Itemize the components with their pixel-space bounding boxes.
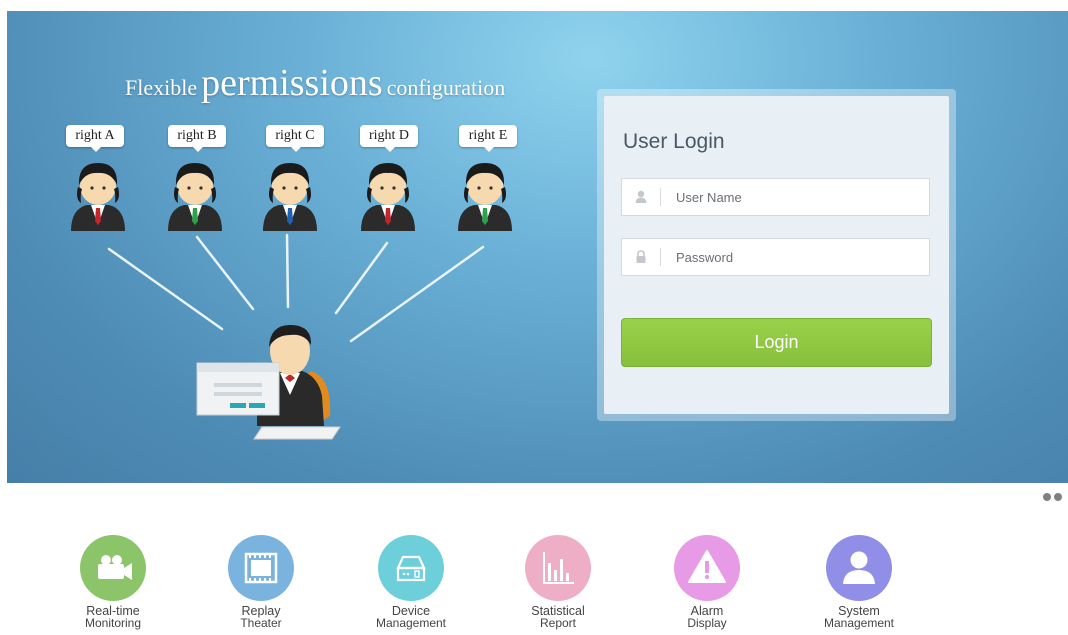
admin-illustration [196,324,341,440]
field-divider [660,248,661,266]
film-icon [244,552,278,584]
nav-label: System Management [823,604,895,630]
right-label-b: right B [168,125,226,152]
nav-statistical-report[interactable]: Statistical Report [503,535,613,629]
right-label-e: right E [459,125,517,152]
headline-part1: Flexible [125,75,198,100]
lock-icon [636,250,646,263]
camera-icon [98,555,132,580]
nav-label: Statistical Report [531,604,585,630]
user-avatar-icon [71,163,125,231]
nav-label: Alarm Display [687,604,727,630]
right-label-a: right A [66,125,124,152]
carousel-dot[interactable] [1043,493,1051,501]
login-panel: User Login Login [597,89,956,421]
nav-circle [674,535,740,601]
nav-circle [80,535,146,601]
hero-banner: Flexible permissions configuration right… [7,11,1068,483]
nav-circle [378,535,444,601]
password-field[interactable] [621,238,930,276]
warning-icon [688,550,726,583]
login-title: User Login [623,130,725,153]
nav-circle [228,535,294,601]
nav-circle [826,535,892,601]
nav-alarm-display[interactable]: Alarm Display [652,535,762,629]
nav-device-management[interactable]: Device Management [356,535,466,629]
user-avatar-icon [168,163,222,231]
user-icon [843,551,875,584]
field-divider [660,188,661,206]
nav-label: Replay Theater [240,604,282,630]
username-field[interactable] [621,178,930,216]
nav-circle [525,535,591,601]
user-avatar-icon [458,163,512,231]
nav-replay-theater[interactable]: Replay Theater [206,535,316,629]
right-label-c: right C [266,125,324,152]
headline-part2: permissions [201,62,383,104]
nav-label: Real-time Monitoring [84,604,142,630]
carousel-dots [1040,488,1062,506]
carousel-dot[interactable] [1054,493,1062,501]
login-button[interactable]: Login [621,318,932,367]
nav-label: Device Management [375,604,447,630]
headline-part3: configuration [386,75,506,100]
login-box: User Login Login [604,96,949,414]
headline: Flexible permissions configuration [125,61,505,105]
user-avatar-icon [263,163,317,231]
password-input[interactable] [674,239,918,275]
right-label-d: right D [360,125,418,152]
username-input[interactable] [674,179,918,215]
user-avatar-icon [361,163,415,231]
bar-chart-icon [543,552,574,584]
nav-realtime-monitoring[interactable]: Real-time Monitoring [58,535,168,629]
nav-system-management[interactable]: System Management [804,535,914,629]
device-icon [396,555,426,582]
user-icon [635,190,647,203]
